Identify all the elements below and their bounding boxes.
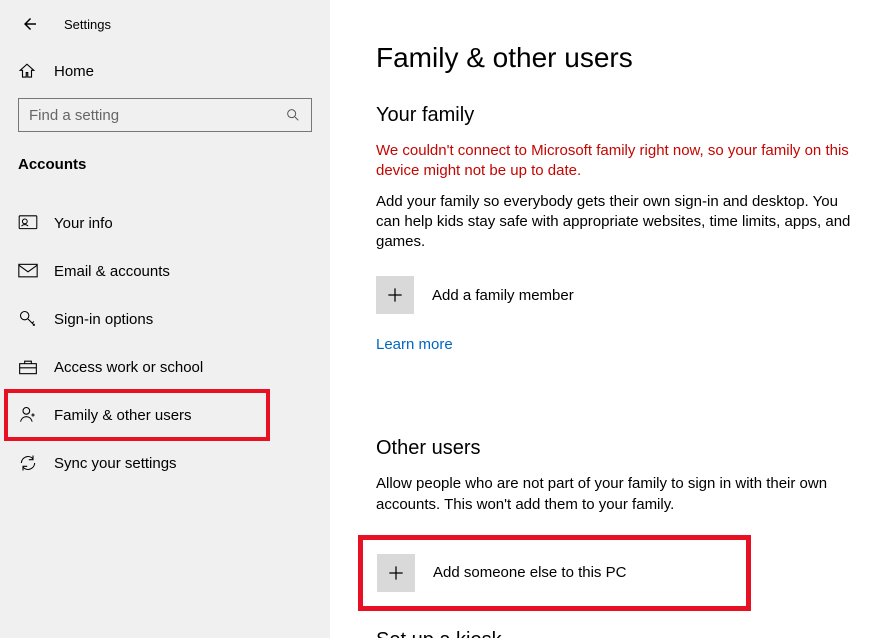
family-body-text: Add your family so everybody gets their … bbox=[376, 192, 862, 253]
nav-label: Email & accounts bbox=[54, 263, 170, 280]
plus-icon bbox=[376, 276, 414, 314]
family-icon bbox=[18, 405, 38, 425]
nav-list: Your info Email & accounts Sign-in optio… bbox=[0, 199, 330, 487]
add-family-label: Add a family member bbox=[432, 287, 574, 304]
arrow-left-icon bbox=[21, 15, 39, 33]
key-icon bbox=[18, 309, 38, 329]
back-button[interactable] bbox=[20, 14, 40, 34]
add-family-member-button[interactable]: Add a family member bbox=[376, 272, 862, 318]
user-card-icon bbox=[18, 215, 38, 231]
nav-item-work[interactable]: Access work or school bbox=[0, 343, 330, 391]
search-container bbox=[0, 90, 330, 132]
header-row: Settings bbox=[0, 14, 330, 52]
window-title: Settings bbox=[64, 17, 111, 32]
kiosk-heading: Set up a kiosk bbox=[376, 629, 862, 638]
sidebar-group-title: Accounts bbox=[0, 132, 330, 185]
nav-label: Access work or school bbox=[54, 359, 203, 376]
home-link[interactable]: Home bbox=[0, 52, 330, 90]
nav-label: Your info bbox=[54, 215, 113, 232]
learn-more-link[interactable]: Learn more bbox=[376, 336, 453, 353]
search-icon bbox=[285, 107, 303, 123]
sync-icon bbox=[18, 453, 38, 473]
main-content: Family & other users Your family We coul… bbox=[330, 0, 884, 638]
home-label: Home bbox=[54, 63, 94, 80]
nav-item-signin[interactable]: Sign-in options bbox=[0, 295, 330, 343]
envelope-icon bbox=[18, 263, 38, 279]
nav-item-sync[interactable]: Sync your settings bbox=[0, 439, 330, 487]
other-body-text: Allow people who are not part of your fa… bbox=[376, 474, 862, 515]
home-icon bbox=[18, 62, 38, 80]
briefcase-icon bbox=[18, 358, 38, 376]
search-box[interactable] bbox=[18, 98, 312, 132]
other-users-heading: Other users bbox=[376, 437, 862, 460]
your-family-heading: Your family bbox=[376, 104, 862, 127]
nav-item-your-info[interactable]: Your info bbox=[0, 199, 330, 247]
plus-icon bbox=[377, 554, 415, 592]
page-title: Family & other users bbox=[376, 42, 862, 74]
nav-label: Family & other users bbox=[54, 407, 192, 424]
search-input[interactable] bbox=[29, 107, 285, 124]
nav-item-email[interactable]: Email & accounts bbox=[0, 247, 330, 295]
add-other-label: Add someone else to this PC bbox=[433, 564, 626, 581]
add-other-user-button[interactable]: Add someone else to this PC bbox=[377, 554, 626, 592]
annotation-highlight: Add someone else to this PC bbox=[358, 535, 751, 611]
sidebar: Settings Home Accounts Your info Email & bbox=[0, 0, 330, 638]
family-error-text: We couldn't connect to Microsoft family … bbox=[376, 141, 862, 182]
nav-label: Sign-in options bbox=[54, 311, 153, 328]
nav-label: Sync your settings bbox=[54, 455, 177, 472]
nav-item-family[interactable]: Family & other users bbox=[0, 391, 330, 439]
